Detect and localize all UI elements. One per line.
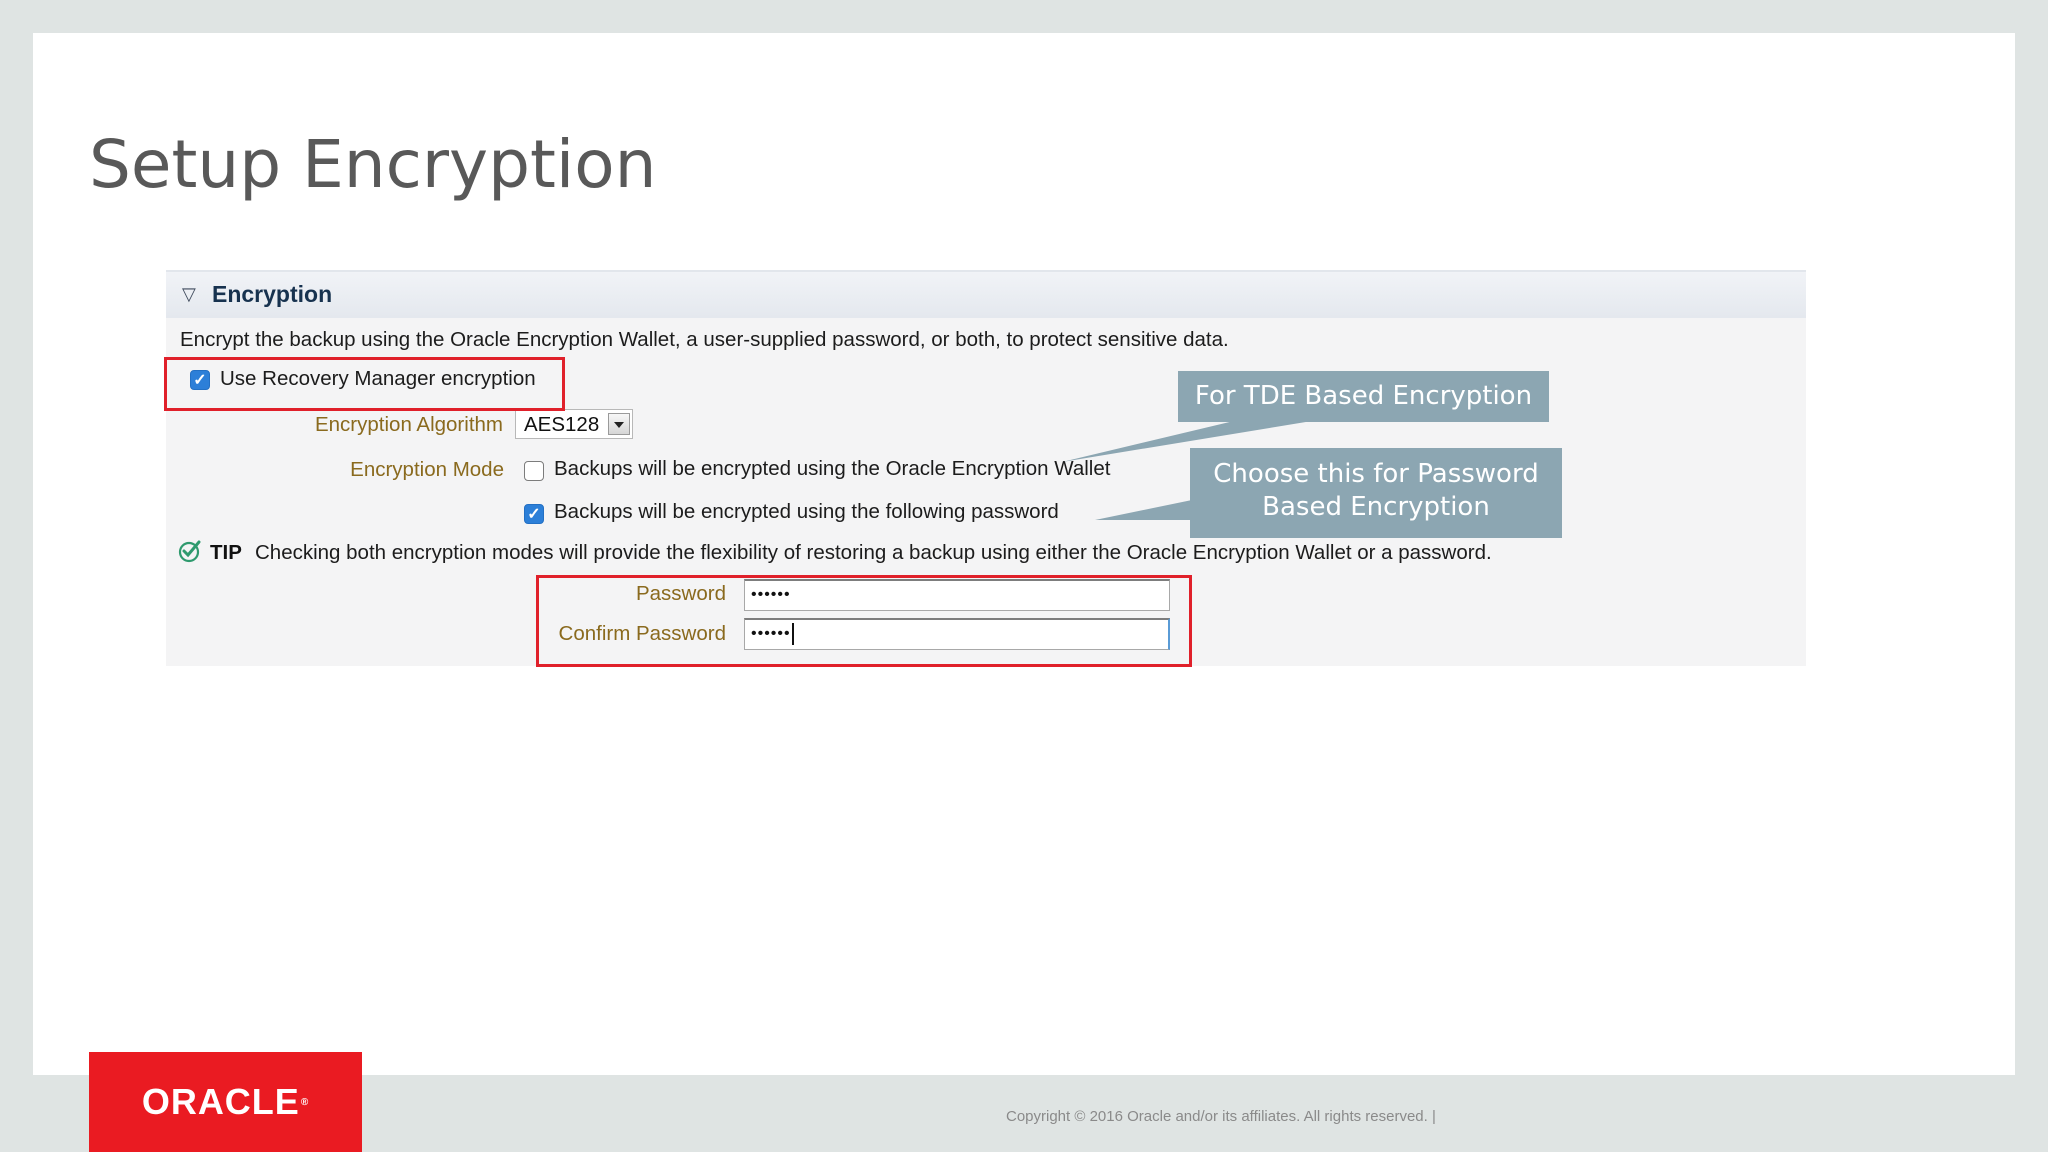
callout-tde: For TDE Based Encryption — [1178, 371, 1549, 422]
copyright-text: Copyright © 2016 Oracle and/or its affil… — [1006, 1108, 1436, 1125]
password-mode-checkbox[interactable]: ✓ — [524, 504, 544, 524]
highlight-box-passwords — [536, 575, 1192, 667]
oracle-logo: ORACLE ® — [89, 1052, 362, 1152]
encryption-algorithm-value: AES128 — [524, 413, 600, 436]
encryption-mode-label: Encryption Mode — [350, 458, 504, 481]
callout-password-line1: Choose this for Password — [1213, 459, 1539, 489]
callout-password-line2: Based Encryption — [1262, 492, 1490, 522]
section-title: Encryption — [212, 281, 333, 307]
tip-keyword: TIP — [210, 541, 242, 564]
description-text: Encrypt the backup using the Oracle Encr… — [180, 328, 1229, 351]
disclosure-triangle-icon[interactable]: ▽ — [182, 284, 196, 305]
registered-mark: ® — [300, 1096, 310, 1108]
password-mode-label: Backups will be encrypted using the foll… — [554, 500, 1059, 523]
page-title: Setup Encryption — [89, 126, 657, 203]
encryption-algorithm-label: Encryption Algorithm — [314, 413, 503, 436]
tip-checkmark-icon — [178, 540, 201, 563]
dropdown-arrow-icon[interactable] — [608, 413, 630, 435]
section-header[interactable]: ▽ Encryption — [166, 270, 1806, 318]
wallet-mode-label: Backups will be encrypted using the Orac… — [554, 457, 1111, 480]
oracle-logo-text: ORACLE — [141, 1081, 300, 1122]
wallet-mode-checkbox[interactable] — [524, 461, 544, 481]
callout-password: Choose this for Password Based Encryptio… — [1190, 448, 1562, 538]
highlight-box-rman — [164, 357, 565, 411]
callout-tde-text: For TDE Based Encryption — [1194, 381, 1533, 411]
encryption-algorithm-select[interactable]: AES128 — [515, 409, 633, 439]
tip-text: Checking both encryption modes will prov… — [255, 541, 1492, 564]
